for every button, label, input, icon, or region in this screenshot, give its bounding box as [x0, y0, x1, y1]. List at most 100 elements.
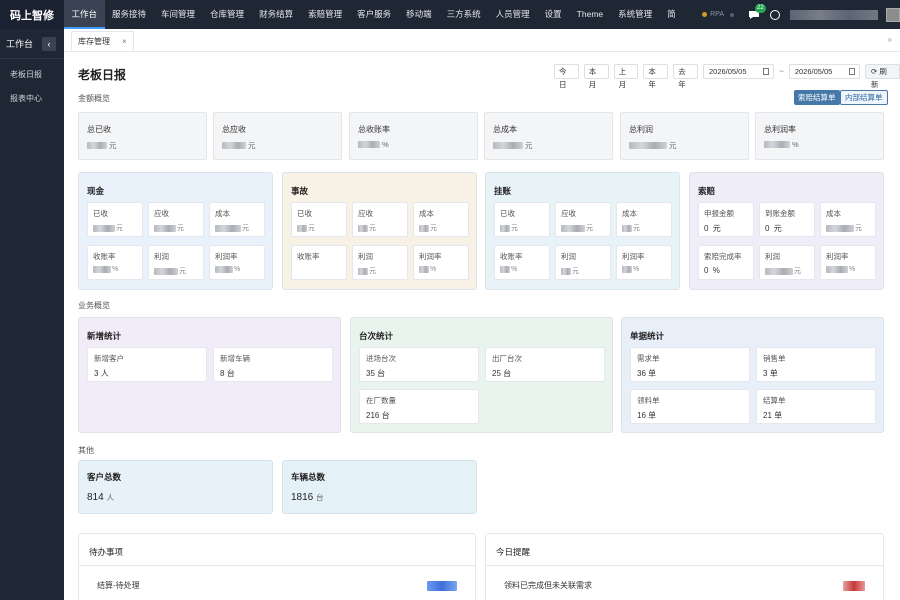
cash-profit: 利润元 [148, 245, 204, 280]
blurred-value [358, 224, 368, 232]
credit-group: 挂账 已收元 应收元 成本元 收账率% 利润元 利润率% [485, 172, 680, 290]
unit: 单 [774, 411, 783, 420]
total-collection-rate-card: 总收账率% [349, 112, 478, 160]
mini-label: 已收 [93, 209, 108, 218]
todo-row-label: 结算-待处理 [97, 581, 140, 590]
today-button[interactable]: 今日 [554, 64, 579, 89]
unit: % [234, 266, 241, 273]
tab-scroll-right-icon[interactable]: » [888, 35, 892, 44]
menu-item-mobile[interactable]: 移动端 [399, 0, 440, 29]
menu-item-theme[interactable]: Theme [569, 0, 610, 29]
menu-item-reception[interactable]: 服务接待 [105, 0, 154, 29]
unit: 元 [586, 225, 593, 232]
this-year-button[interactable]: 本年 [643, 64, 669, 89]
unit: % [792, 140, 799, 149]
sidebar-item-report-center[interactable]: 报表中心 [0, 83, 64, 107]
cash-receivable: 应收元 [148, 202, 204, 237]
unit: 台 [381, 411, 390, 420]
rpa-status[interactable]: RPA [702, 11, 734, 18]
big-value: 25 [492, 369, 501, 378]
internal-settlement-button[interactable]: 内部结算单 [840, 90, 888, 105]
card-label: 总已收 [87, 125, 111, 134]
group-title: 新增统计 [87, 331, 122, 341]
blurred-value [826, 266, 848, 273]
start-date-input[interactable]: 2026/05/05 [702, 64, 775, 79]
mini-value: 0 [704, 224, 709, 233]
avatar[interactable] [886, 7, 900, 22]
message-button[interactable]: 22 [748, 3, 766, 21]
refresh-button[interactable]: ⟳ 刷新 [864, 64, 900, 89]
unit: % [633, 266, 640, 273]
big-label: 进场台次 [366, 354, 396, 363]
accident-cost: 成本元 [413, 202, 469, 237]
claim-settlement-button[interactable]: 索赔结算单 [794, 90, 840, 105]
credit-profit-rate: 利润率% [616, 245, 672, 280]
todo-row[interactable]: 结算-待处理 [79, 566, 475, 600]
rpa-indicator-icon [730, 12, 734, 17]
total-profit-card: 总利润元 [620, 112, 749, 160]
new-customers: 新增客户 3 人 [87, 347, 207, 382]
menu-item-workbench[interactable]: 工作台 [64, 0, 105, 29]
menu-item-language[interactable]: 简 [660, 0, 684, 29]
sidebar-title: 工作台 [6, 39, 34, 49]
menu-item-settings[interactable]: 设置 [537, 0, 569, 29]
unit: 元 [248, 141, 256, 150]
claim-received-amount: 到账金额 0 元 [759, 202, 815, 237]
app-logo[interactable]: 码上智修 [0, 0, 64, 29]
clock-icon[interactable] [770, 9, 780, 20]
this-month-button[interactable]: 本月 [583, 64, 609, 89]
main-content: 老板日报 今日 本月 上月 本年 去年 2026/05/05 ~ 2026/05… [64, 52, 900, 600]
material-orders: 领料单 16 单 [630, 389, 750, 424]
collapse-sidebar-button[interactable]: ‹ [42, 36, 56, 51]
unit: 元 [669, 141, 677, 150]
blurred-value [222, 142, 246, 149]
card-label: 总成本 [493, 125, 517, 134]
mini-label: 应收 [358, 209, 373, 218]
card-label: 总利润率 [764, 125, 796, 134]
mini-label: 收账率 [93, 252, 116, 261]
big-value: 21 [763, 411, 772, 420]
customer-total-card: 客户总数 814 人 [78, 460, 273, 514]
cash-group: 现金 已收元 应收元 成本元 收账率% 利润元 利润率% [78, 172, 273, 290]
reminder-row[interactable]: 领料已完成但未关联需求 [486, 566, 883, 600]
menu-item-workshop[interactable]: 车间管理 [154, 0, 203, 29]
in-factory-count: 在厂数量 216 台 [359, 389, 479, 424]
unit: 台 [503, 369, 512, 378]
tab-inventory[interactable]: 库存管理 × [71, 31, 134, 51]
menu-item-personnel[interactable]: 人员管理 [488, 0, 537, 29]
unit: % [382, 140, 389, 149]
settlement-orders: 结算单 21 单 [756, 389, 876, 424]
menu-item-claims[interactable]: 索赔管理 [301, 0, 350, 29]
menu-item-third-party[interactable]: 三方系统 [439, 0, 488, 29]
sales-orders: 销售单 3 单 [756, 347, 876, 382]
other-label: 客户总数 [87, 472, 122, 482]
sidebar-header: 工作台 ‹ [0, 29, 64, 59]
tab-label: 库存管理 [78, 37, 110, 46]
close-icon[interactable]: × [122, 37, 127, 46]
end-date-input[interactable]: 2026/05/05 [788, 64, 860, 79]
blurred-value [358, 141, 380, 148]
mini-label: 已收 [297, 209, 312, 218]
mini-label: 利润 [765, 252, 780, 261]
blurred-value [622, 266, 632, 273]
amount-overview-label: 金额概览 [78, 94, 110, 103]
menu-item-finance[interactable]: 财务结算 [252, 0, 301, 29]
mini-label: 成本 [419, 209, 434, 218]
big-value: 3 [763, 369, 768, 378]
menu-item-customer-service[interactable]: 客户服务 [350, 0, 399, 29]
credit-collection-rate: 收账率% [494, 245, 550, 280]
cash-cost: 成本元 [209, 202, 265, 237]
blurred-value [358, 267, 368, 275]
menu-item-warehouse[interactable]: 仓库管理 [203, 0, 252, 29]
unit: 元 [369, 225, 376, 232]
menu-item-system[interactable]: 系统管理 [611, 0, 660, 29]
sidebar: 工作台 ‹ 老板日报 报表中心 [0, 29, 64, 600]
group-title: 现金 [87, 186, 105, 196]
last-year-button[interactable]: 去年 [673, 64, 698, 89]
user-name-blurred[interactable] [790, 9, 878, 20]
cash-profit-rate: 利润率% [209, 245, 265, 280]
sidebar-item-boss-daily[interactable]: 老板日报 [0, 59, 64, 83]
unit: 元 [511, 225, 518, 232]
date-toolbar: 今日 本月 上月 本年 去年 2026/05/05 ~ 2026/05/05 ⟳… [554, 64, 900, 89]
last-month-button[interactable]: 上月 [613, 64, 639, 89]
